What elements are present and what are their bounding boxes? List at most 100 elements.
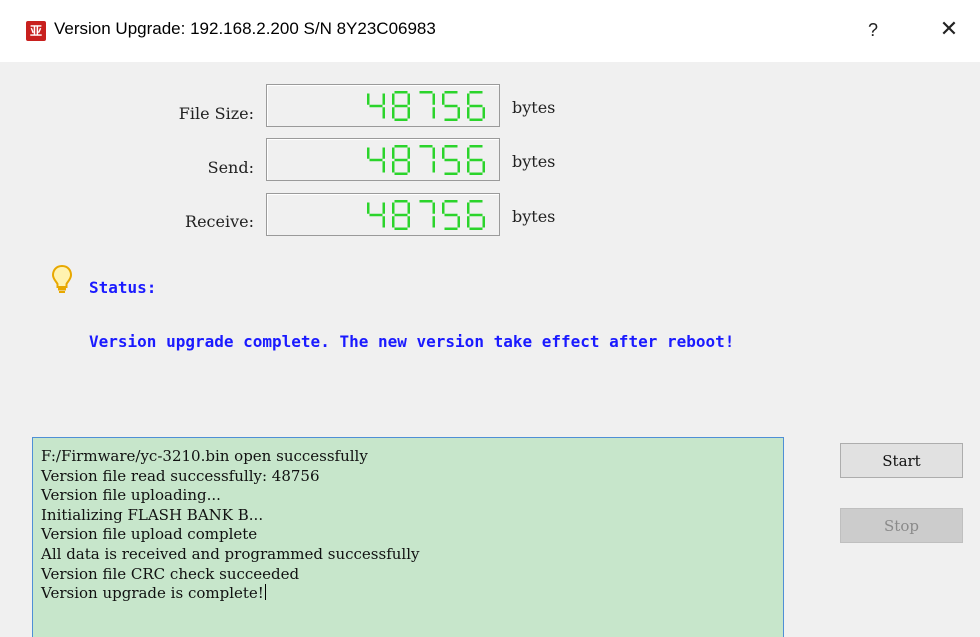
lcd-segment [369, 104, 383, 108]
log-line-last: Version upgrade is complete! [41, 584, 783, 604]
lcd-segment [467, 147, 470, 159]
lcd-segment [442, 93, 445, 105]
lcd-segment [382, 161, 385, 173]
lcd-segment [469, 227, 483, 230]
lcd-segment [382, 202, 385, 214]
log-line: Version file upload complete [41, 525, 258, 544]
lcd-segment [419, 145, 433, 148]
lcd-segment [407, 107, 410, 119]
lcd-segment [469, 158, 483, 162]
lcd-segment [382, 216, 385, 228]
lcd-segment [432, 147, 435, 159]
status-label: Status: [89, 278, 157, 297]
lcd-segment [419, 91, 433, 94]
lcd-segment [444, 172, 458, 175]
lcd-segment [407, 216, 410, 228]
lcd-segment [442, 202, 445, 214]
app-logo-icon: 亚 [26, 21, 46, 41]
lcd-segment [467, 216, 470, 228]
lcd-segment [469, 213, 483, 217]
receive-digits [367, 200, 485, 230]
lcd-segment [444, 158, 458, 162]
lcd-segment [432, 202, 435, 214]
log-line: Version file read successfully: 48756 [41, 466, 320, 485]
lcd-segment [394, 118, 408, 121]
lcd-segment [392, 202, 395, 214]
lcd-segment [394, 104, 408, 108]
lcd-segment [457, 161, 460, 173]
send-unit: bytes [512, 152, 556, 171]
lcd-segment [407, 93, 410, 105]
lcd-segment [394, 213, 408, 217]
lcd-segment [407, 161, 410, 173]
status-message: Version upgrade complete. The new versio… [89, 332, 735, 351]
lcd-segment [432, 107, 435, 119]
log-line: Initializing FLASH BANK B... [41, 505, 264, 524]
lcd-segment [392, 93, 395, 105]
file-size-digits [367, 91, 485, 121]
lcd-segment [432, 216, 435, 228]
log-line: Version file CRC check succeeded [41, 564, 300, 583]
lcd-segment [407, 147, 410, 159]
lcd-segment [469, 91, 483, 94]
lcd-segment [444, 145, 458, 148]
lcd-segment [467, 202, 470, 214]
lcd-segment [469, 145, 483, 148]
lcd-segment [394, 200, 408, 203]
lcd-segment [432, 93, 435, 105]
lcd-segment [444, 118, 458, 121]
lcd-segment [382, 107, 385, 119]
lcd-segment [394, 145, 408, 148]
lcd-segment [382, 93, 385, 105]
lcd-segment [369, 158, 383, 162]
send-label: Send: [207, 158, 254, 177]
lcd-segment [367, 202, 370, 214]
lcd-segment [469, 200, 483, 203]
lcd-segment [444, 91, 458, 94]
lcd-segment [457, 107, 460, 119]
lcd-segment [369, 213, 383, 217]
lcd-segment [382, 147, 385, 159]
stop-button[interactable]: Stop [840, 508, 963, 543]
title-bar: 亚 Version Upgrade: 192.168.2.200 S/N 8Y2… [0, 0, 980, 62]
lcd-segment [432, 161, 435, 173]
lcd-segment [457, 216, 460, 228]
lcd-segment [469, 104, 483, 108]
lcd-segment [392, 147, 395, 159]
file-size-unit: bytes [512, 98, 556, 117]
lcd-segment [444, 104, 458, 108]
help-button[interactable]: ? [862, 17, 884, 43]
lcd-segment [394, 172, 408, 175]
window-title: Version Upgrade: 192.168.2.200 S/N 8Y23C… [54, 19, 436, 38]
text-caret [264, 584, 266, 601]
lcd-segment [419, 200, 433, 203]
lcd-segment [392, 161, 395, 173]
file-size-display [266, 84, 500, 127]
receive-unit: bytes [512, 207, 556, 226]
receive-label: Receive: [185, 212, 254, 231]
lcd-segment [444, 213, 458, 217]
close-button[interactable]: ✕ [936, 17, 962, 43]
log-line-text: Version upgrade is complete! [41, 584, 264, 603]
lcd-segment [367, 93, 370, 105]
receive-display [266, 193, 500, 236]
lcd-segment [467, 161, 470, 173]
send-display [266, 138, 500, 181]
log-line: F:/Firmware/yc-3210.bin open successfull… [41, 447, 368, 465]
lcd-segment [392, 216, 395, 228]
start-button[interactable]: Start [840, 443, 963, 478]
lcd-segment [394, 158, 408, 162]
lcd-segment [444, 200, 458, 203]
lcd-segment [392, 107, 395, 119]
log-line: Version file uploading... [41, 486, 221, 505]
lcd-segment [469, 172, 483, 175]
send-digits [367, 145, 485, 175]
file-size-label: File Size: [178, 104, 254, 123]
lcd-segment [407, 202, 410, 214]
lcd-segment [467, 107, 470, 119]
log-output[interactable]: F:/Firmware/yc-3210.bin open successfull… [32, 437, 784, 637]
lcd-segment [482, 161, 485, 173]
lcd-segment [394, 91, 408, 94]
lcd-segment [444, 227, 458, 230]
lcd-segment [467, 93, 470, 105]
